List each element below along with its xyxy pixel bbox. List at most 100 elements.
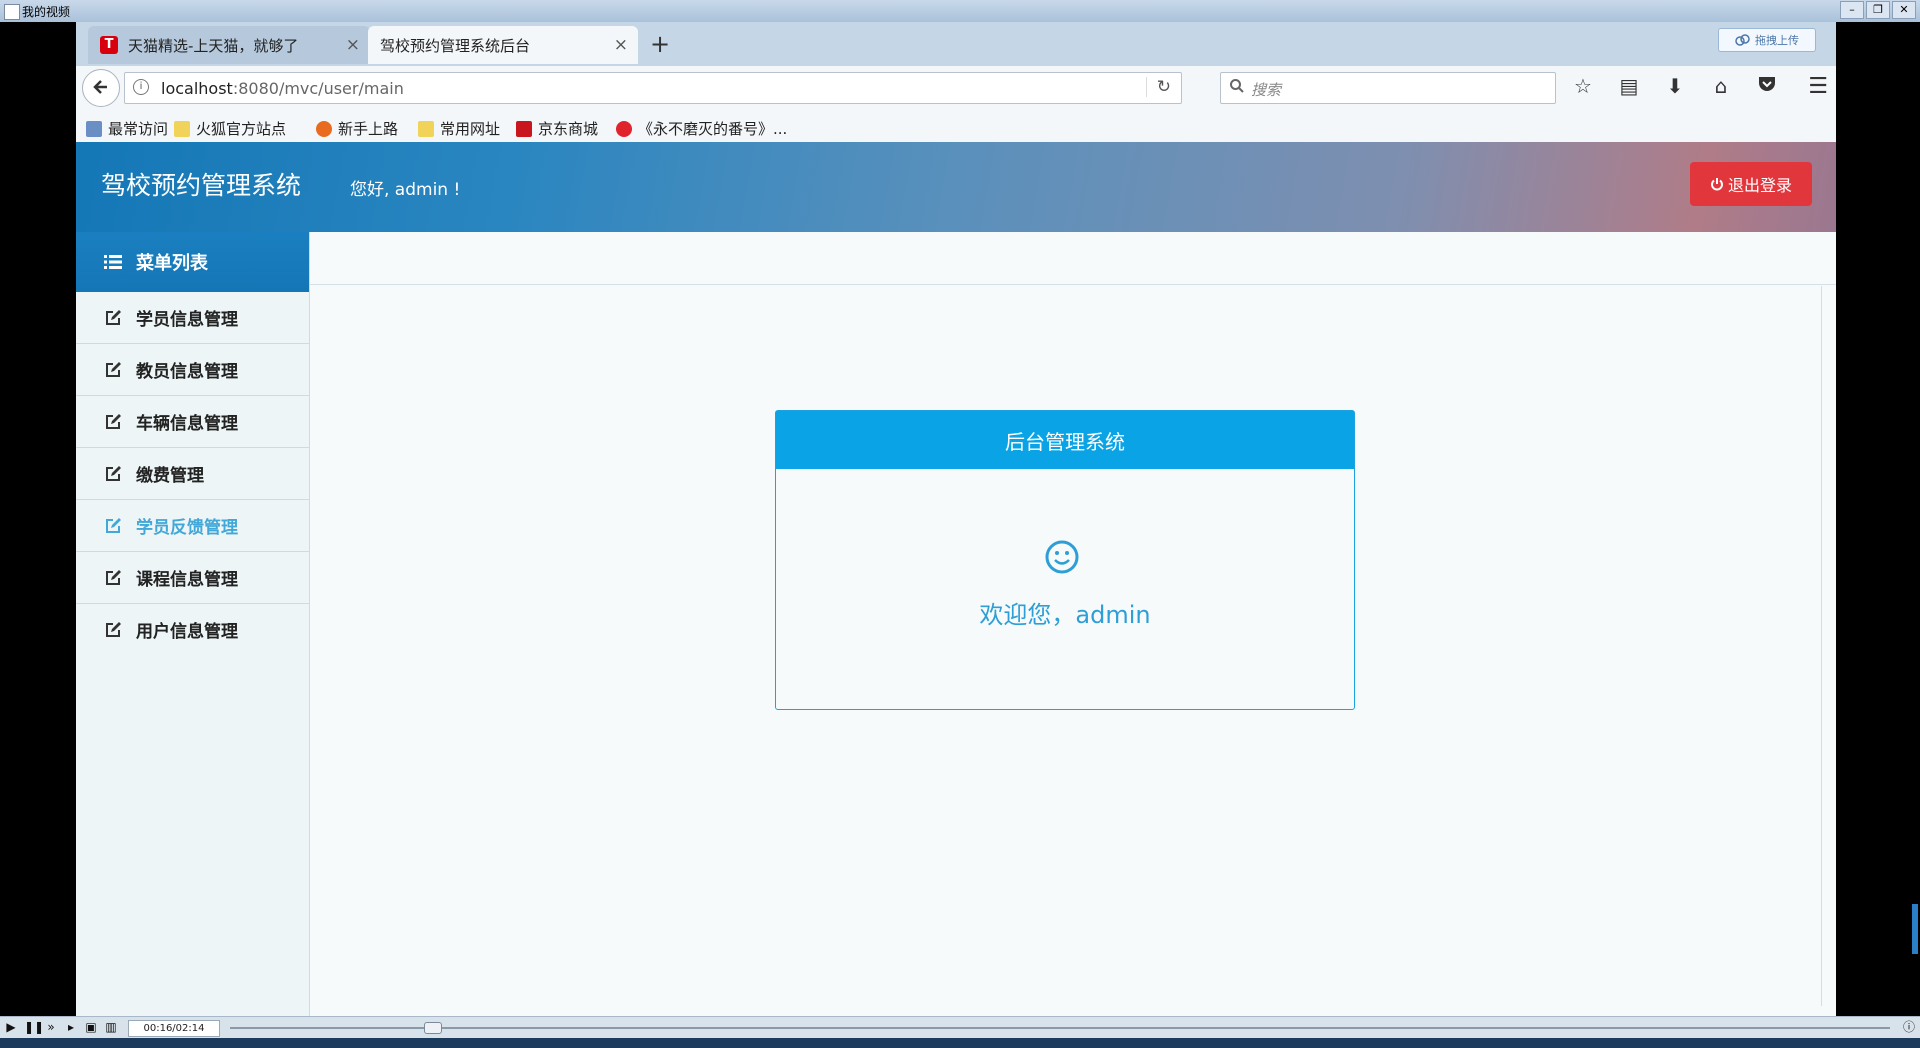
edit-icon [106,413,121,429]
url-text: localhost:8080/mvc/user/main [161,79,404,98]
bookmark-firefox-site[interactable]: 火狐官方站点 [174,118,286,139]
player-controls: ▶ ❚❚ » ▸ ▣ ▥ 00:16/02:14 ⓘ [0,1016,1920,1039]
sidebar-item-label: 车辆信息管理 [136,414,238,434]
sidebar-item-label: 学员信息管理 [136,310,238,330]
sidebar: 菜单列表 学员信息管理 教员信息管理 车辆信息管理 缴费管理 学员反馈管理 课程… [76,232,310,1016]
edit-icon [106,621,121,637]
web-page: 驾校预约管理系统 您好, admin ! 退出登录 菜单列表 学员信息管理 教员… [76,142,1836,1016]
firefox-icon [316,120,332,137]
maximize-button[interactable]: ❐ [1866,1,1890,19]
cloud-icon [1735,34,1750,46]
folder-icon [174,120,190,137]
sidebar-item-label: 课程信息管理 [136,570,238,590]
welcome-panel: 后台管理系统 欢迎您，admin [775,410,1355,710]
star-icon[interactable]: ☆ [1570,74,1596,98]
search-placeholder: 搜索 [1251,81,1282,99]
edit-icon [106,309,121,325]
home-icon[interactable]: ⌂ [1708,74,1734,98]
content-scrollbar[interactable] [1821,286,1836,1006]
sidebar-item-instructors[interactable]: 教员信息管理 [76,344,309,396]
info-icon[interactable]: i [133,79,149,95]
menu-header: 菜单列表 [76,232,309,292]
sidebar-item-payments[interactable]: 缴费管理 [76,448,309,500]
tab-close-icon[interactable]: × [614,35,628,55]
sidebar-item-label: 学员反馈管理 [136,518,238,538]
seek-bar[interactable] [230,1027,1890,1029]
bookmark-label: 常用网址 [440,120,501,138]
sidebar-item-vehicles[interactable]: 车辆信息管理 [76,396,309,448]
panel-title: 后台管理系统 [776,411,1354,469]
welcome-message: 欢迎您，admin [979,601,1151,629]
fast-forward-icon[interactable]: » [44,1020,58,1034]
tab-close-icon[interactable]: × [346,35,360,55]
tab-title: 驾校预约管理系统后台 [380,36,531,55]
upload-button[interactable]: 拖拽上传 [1718,28,1816,52]
arrow-left-icon [93,80,107,94]
greeting-text: 您好, admin ! [350,180,461,200]
search-box[interactable]: 搜索 [1220,72,1556,104]
logout-label: 退出登录 [1727,176,1792,195]
tab-tmall[interactable]: T 天猫精选-上天猫，就够了 × [88,26,370,64]
info-icon[interactable]: ⓘ [1902,1020,1916,1034]
player-titlebar: 我的视频 – ❐ ✕ [0,0,1920,22]
bookmark-label: 新手上路 [338,120,399,138]
fullscreen-icon[interactable]: ▣ [84,1020,98,1034]
sidebar-item-courses[interactable]: 课程信息管理 [76,552,309,604]
tab-title: 天猫精选-上天猫，就够了 [128,36,299,55]
smile-icon [1045,540,1079,574]
edit-icon [106,569,121,585]
power-icon [1711,178,1723,191]
app-title: 驾校预约管理系统 [101,171,302,200]
menu-title: 菜单列表 [136,253,208,274]
back-button[interactable] [82,69,120,107]
jd-icon [516,120,532,137]
new-tab-button[interactable]: + [650,30,670,58]
reload-icon[interactable]: ↻ [1145,77,1171,97]
player-app-icon [4,4,20,20]
tmall-favicon-icon: T [100,36,118,54]
playlist-icon[interactable]: ▥ [104,1020,118,1034]
edit-icon [106,517,121,533]
tab-driving-school[interactable]: 驾校预约管理系统后台 × [368,26,638,64]
volume-slider[interactable] [1912,904,1918,954]
hamburger-icon[interactable]: ☰ [1808,74,1828,99]
logout-button[interactable]: 退出登录 [1690,162,1812,206]
sidebar-item-users[interactable]: 用户信息管理 [76,604,309,655]
pocket-icon[interactable] [1754,74,1780,98]
minimize-button[interactable]: – [1840,1,1864,19]
sidebar-item-feedback[interactable]: 学员反馈管理 [76,500,309,552]
sidebar-item-label: 缴费管理 [136,466,204,486]
nav-bar: i localhost:8080/mvc/user/main ↻ 搜索 ☆ ▤ … [76,66,1836,111]
video-icon [616,120,632,137]
upload-label: 拖拽上传 [1755,34,1799,47]
play-icon[interactable]: ▶ [4,1020,18,1034]
sidebar-item-students[interactable]: 学员信息管理 [76,292,309,344]
app-header: 驾校预约管理系统 您好, admin ! 退出登录 [76,142,1836,232]
bookmark-jd[interactable]: 京东商城 [516,118,598,139]
address-bar[interactable]: i localhost:8080/mvc/user/main ↻ [124,72,1182,104]
edit-icon [106,465,121,481]
reader-icon[interactable]: ▤ [1616,74,1642,98]
content-toolbar [310,232,1836,285]
bookmark-label: 《永不磨灭的番号》... [638,120,788,138]
bookmark-common-sites[interactable]: 常用网址 [418,118,500,139]
step-icon[interactable]: ▸ [64,1020,78,1034]
bookmark-video[interactable]: 《永不磨灭的番号》... [616,118,787,139]
pause-icon[interactable]: ❚❚ [24,1020,44,1034]
window-controls: – ❐ ✕ [1840,1,1916,19]
tab-strip: T 天猫精选-上天猫，就够了 × 驾校预约管理系统后台 × + 拖拽上传 [76,22,1836,66]
sidebar-item-label: 教员信息管理 [136,362,238,382]
bookmark-label: 最常访问 [108,120,169,138]
bookmark-getting-started[interactable]: 新手上路 [316,118,398,139]
list-icon [104,255,122,269]
url-host: localhost [161,79,233,98]
download-icon[interactable]: ⬇ [1662,74,1688,98]
close-window-button[interactable]: ✕ [1892,1,1916,19]
bookmark-label: 京东商城 [538,120,599,138]
os-taskbar [0,1038,1920,1048]
edit-icon [106,361,121,377]
seek-handle[interactable] [424,1022,442,1034]
bookmark-label: 火狐官方站点 [196,120,287,138]
bookmark-most-visited[interactable]: 最常访问 [86,118,168,139]
folder-icon [418,120,434,137]
